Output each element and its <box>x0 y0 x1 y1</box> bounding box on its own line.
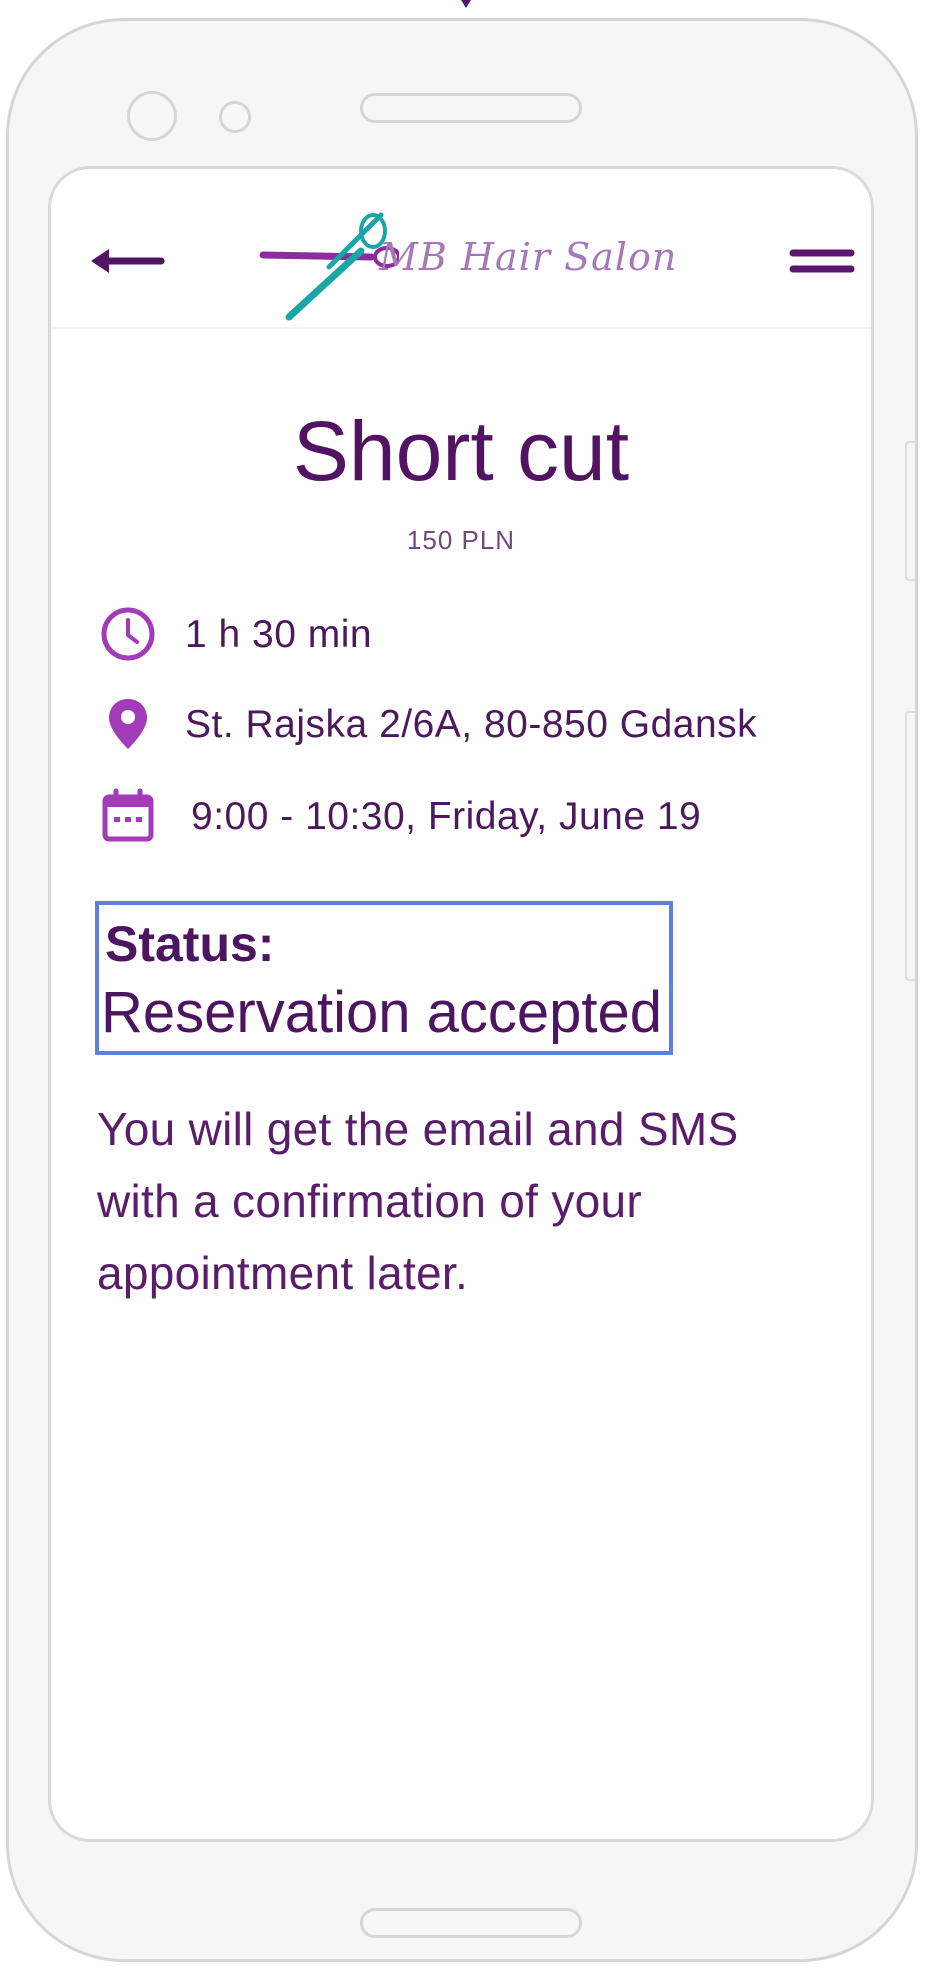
hamburger-menu-icon <box>789 249 855 273</box>
duration-text: 1 h 30 min <box>185 613 373 656</box>
status-box: Status: Reservation accepted <box>95 901 673 1055</box>
service-price: 150 PLN <box>406 525 516 555</box>
phone-camera-small <box>219 101 251 133</box>
menu-button[interactable] <box>789 243 855 279</box>
confirmation-message: You will get the email and SMS with a co… <box>97 1103 739 1299</box>
status-value: Reservation accepted <box>101 980 662 1045</box>
back-button[interactable] <box>89 241 165 281</box>
top-connector-arrow <box>458 0 472 12</box>
phone-home-bar <box>360 1908 582 1938</box>
location-pin-icon <box>109 699 147 749</box>
scissors-icon <box>259 212 399 321</box>
clock-icon <box>101 607 155 661</box>
calendar-icon <box>102 788 154 842</box>
brand-logo: MB Hair Salon <box>259 209 699 321</box>
address-row: St. Rajska 2/6A, 80-850 Gdansk <box>99 693 859 753</box>
address-text: St. Rajska 2/6A, 80-850 Gdansk <box>185 703 758 746</box>
datetime-text: 9:00 - 10:30, Friday, June 19 <box>191 795 702 838</box>
app-header: MB Hair Salon <box>51 169 871 329</box>
service-title: Short cut <box>292 404 630 498</box>
phone-speaker <box>360 93 582 123</box>
phone-side-button-middle <box>905 711 915 981</box>
phone-side-button-top <box>905 441 915 581</box>
datetime-row: 9:00 - 10:30, Friday, June 19 <box>99 785 859 845</box>
arrow-left-icon <box>91 249 165 273</box>
duration-row: 1 h 30 min <box>99 603 859 663</box>
phone-camera-large <box>127 91 177 141</box>
status-label: Status: <box>105 916 275 972</box>
phone-screen: MB Hair Salon Short cut 150 PLN 1 h 30 m… <box>48 166 874 1842</box>
brand-name: MB Hair Salon <box>379 235 678 279</box>
